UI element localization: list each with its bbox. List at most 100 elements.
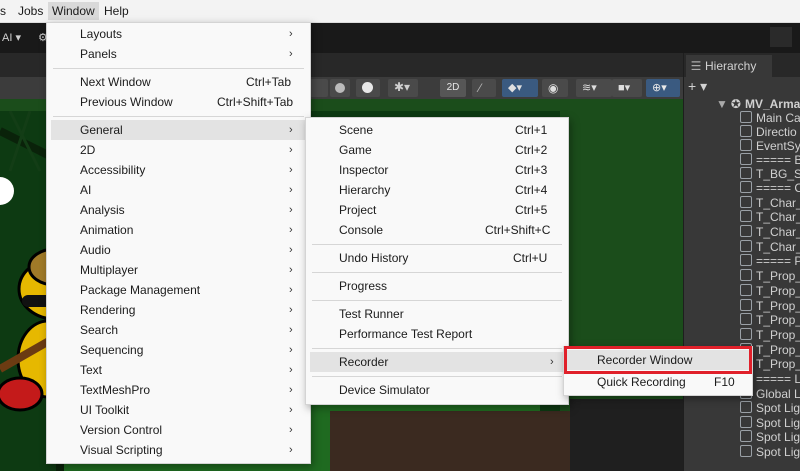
menu-item-version-control[interactable]: Version Control › xyxy=(47,420,310,440)
unity-scene-icon: ✪ xyxy=(730,97,741,111)
hierarchy-row[interactable]: T_Char_C xyxy=(740,210,800,224)
gameobject-icon xyxy=(740,284,752,296)
menu-item-quick-recording[interactable]: Quick Recording F10 xyxy=(564,372,752,392)
gameobject-icon xyxy=(740,225,752,237)
general-submenu: Scene Ctrl+1 Game Ctrl+2 Inspector Ctrl+3 H… xyxy=(305,117,569,405)
menu-item-undo-history[interactable]: Undo History Ctrl+U xyxy=(306,248,568,268)
menu-item-general[interactable]: General › xyxy=(51,120,306,140)
gameobject-icon xyxy=(740,240,752,252)
gameobject-icon xyxy=(740,181,752,193)
hierarchy-row[interactable]: T_Char_C xyxy=(740,225,800,239)
hierarchy-row[interactable]: Spot Ligh xyxy=(740,401,800,415)
menu-item-recorder[interactable]: Recorder › xyxy=(310,352,564,372)
camera-icon[interactable]: ■▾ xyxy=(612,79,642,97)
menu-item-device-simulator[interactable]: Device Simulator xyxy=(306,380,568,400)
hierarchy-row[interactable]: Spot Ligh xyxy=(740,416,800,430)
hierarchy-row[interactable]: Main Ca xyxy=(740,111,800,125)
menu-item-next-window[interactable]: Next Window Ctrl+Tab xyxy=(47,72,310,92)
menu-item-console[interactable]: Console Ctrl+Shift+C xyxy=(306,220,568,240)
hierarchy-row[interactable]: EventSys xyxy=(740,139,800,153)
gameobject-icon xyxy=(740,111,752,123)
menu-item-analysis[interactable]: Analysis › xyxy=(47,200,310,220)
gameobject-icon xyxy=(740,445,752,457)
hierarchy-row[interactable]: Spot Ligh xyxy=(740,445,800,459)
menu-item-multiplayer[interactable]: Multiplayer › xyxy=(47,260,310,280)
lighting-icon[interactable] xyxy=(356,79,380,97)
audio-mute-icon[interactable]: ⁄ xyxy=(472,79,496,97)
menu-item-rendering[interactable]: Rendering › xyxy=(47,300,310,320)
gameobject-icon xyxy=(740,299,752,311)
menu-item-ai[interactable]: AI › xyxy=(47,180,310,200)
hierarchy-row[interactable]: T_Prop_D xyxy=(740,328,800,342)
menu-item-performance-test-report[interactable]: Performance Test Report xyxy=(306,324,568,344)
menu-jobs[interactable]: Jobs xyxy=(18,4,43,18)
scene-crowd-area xyxy=(570,399,683,471)
menu-window[interactable]: Window xyxy=(48,2,99,20)
menu-separator xyxy=(312,272,562,273)
highlight-box-recorder-window xyxy=(564,346,752,374)
menu-item-panels[interactable]: Panels › xyxy=(47,44,310,64)
hierarchy-row[interactable]: T_Prop_A xyxy=(740,313,800,327)
hierarchy-row[interactable]: ===== P xyxy=(740,254,800,268)
menu-item-project[interactable]: Project Ctrl+5 xyxy=(306,200,568,220)
menu-file-partial[interactable]: s xyxy=(0,4,6,18)
menu-item-sequencing[interactable]: Sequencing › xyxy=(47,340,310,360)
menu-item-inspector[interactable]: Inspector Ctrl+3 xyxy=(306,160,568,180)
shading-icon[interactable] xyxy=(310,79,328,97)
menu-item-visual-scripting[interactable]: Visual Scripting › xyxy=(47,440,310,460)
gameobject-icon xyxy=(740,167,752,179)
menu-item-accessibility[interactable]: Accessibility › xyxy=(47,160,310,180)
menu-separator xyxy=(312,300,562,301)
hierarchy-row[interactable]: T_Char_S xyxy=(740,240,800,254)
hierarchy-row[interactable]: T_Prop_A xyxy=(740,284,800,298)
menu-separator xyxy=(312,376,562,377)
menu-item-game[interactable]: Game Ctrl+2 xyxy=(306,140,568,160)
menu-separator xyxy=(312,244,562,245)
hierarchy-tab-row: ☰ Hierarchy xyxy=(684,53,800,77)
menu-item-previous-window[interactable]: Previous Window Ctrl+Shift+Tab xyxy=(47,92,310,112)
menu-item-package-management[interactable]: Package Management › xyxy=(47,280,310,300)
effects-icon[interactable]: ◆▾ xyxy=(502,79,538,97)
menu-item-layouts[interactable]: Layouts › xyxy=(47,24,310,44)
toggle-2d-button[interactable]: 2D xyxy=(440,79,466,97)
hierarchy-scene-root[interactable]: ▼✪MV_Armad xyxy=(716,97,800,111)
add-object-button[interactable]: + ▾ xyxy=(688,78,707,95)
hierarchy-row[interactable]: Spot Ligh xyxy=(740,430,800,444)
shading-solid-icon[interactable] xyxy=(330,79,350,97)
hierarchy-row[interactable]: T_BG_Sta xyxy=(740,167,800,181)
visibility-icon[interactable]: ◉ xyxy=(542,79,568,97)
menu-item-search[interactable]: Search › xyxy=(47,320,310,340)
tab-hierarchy[interactable]: ☰ Hierarchy xyxy=(686,55,772,77)
hierarchy-row[interactable]: Directio xyxy=(740,125,797,139)
menu-item-animation[interactable]: Animation › xyxy=(47,220,310,240)
layout-button[interactable] xyxy=(770,27,792,47)
gameobject-icon xyxy=(740,254,752,266)
hierarchy-row[interactable]: T_Prop_A xyxy=(740,299,800,313)
menu-separator xyxy=(53,116,304,117)
menu-separator xyxy=(312,348,562,349)
hierarchy-row[interactable]: ===== B xyxy=(740,153,800,167)
hierarchy-row[interactable]: ===== C xyxy=(740,181,800,195)
gameobject-icon xyxy=(740,430,752,442)
gameobject-icon xyxy=(740,328,752,340)
list-icon: ☰ xyxy=(690,59,702,73)
ai-dropdown[interactable]: AI ▾ xyxy=(2,31,21,44)
menu-item-progress[interactable]: Progress xyxy=(306,276,568,296)
menu-item-hierarchy[interactable]: Hierarchy Ctrl+4 xyxy=(306,180,568,200)
menu-item-scene[interactable]: Scene Ctrl+1 xyxy=(306,120,568,140)
menu-item-text[interactable]: Text › xyxy=(47,360,310,380)
menu-item-test-runner[interactable]: Test Runner xyxy=(306,304,568,324)
gameobject-icon xyxy=(740,153,752,165)
layers-icon[interactable]: ≋▾ xyxy=(576,79,612,97)
menu-item-ui-toolkit[interactable]: UI Toolkit › xyxy=(47,400,310,420)
hierarchy-panel: ☰Hierarchy + ▾ ▼✪MV_Armad Main Ca Direct… xyxy=(684,53,800,471)
stage-floor xyxy=(330,411,570,471)
hierarchy-row[interactable]: T_Prop_A xyxy=(740,269,800,283)
menu-item-textmeshpro[interactable]: TextMeshPro › xyxy=(47,380,310,400)
hierarchy-row[interactable]: T_Char_C xyxy=(740,196,800,210)
menu-item-audio[interactable]: Audio › xyxy=(47,240,310,260)
debug-icon[interactable]: ✱▾ xyxy=(388,79,418,97)
menu-help[interactable]: Help xyxy=(104,4,129,18)
menu-item-2d[interactable]: 2D › xyxy=(47,140,310,160)
gizmos-icon[interactable]: ⊕▾ xyxy=(646,79,680,97)
